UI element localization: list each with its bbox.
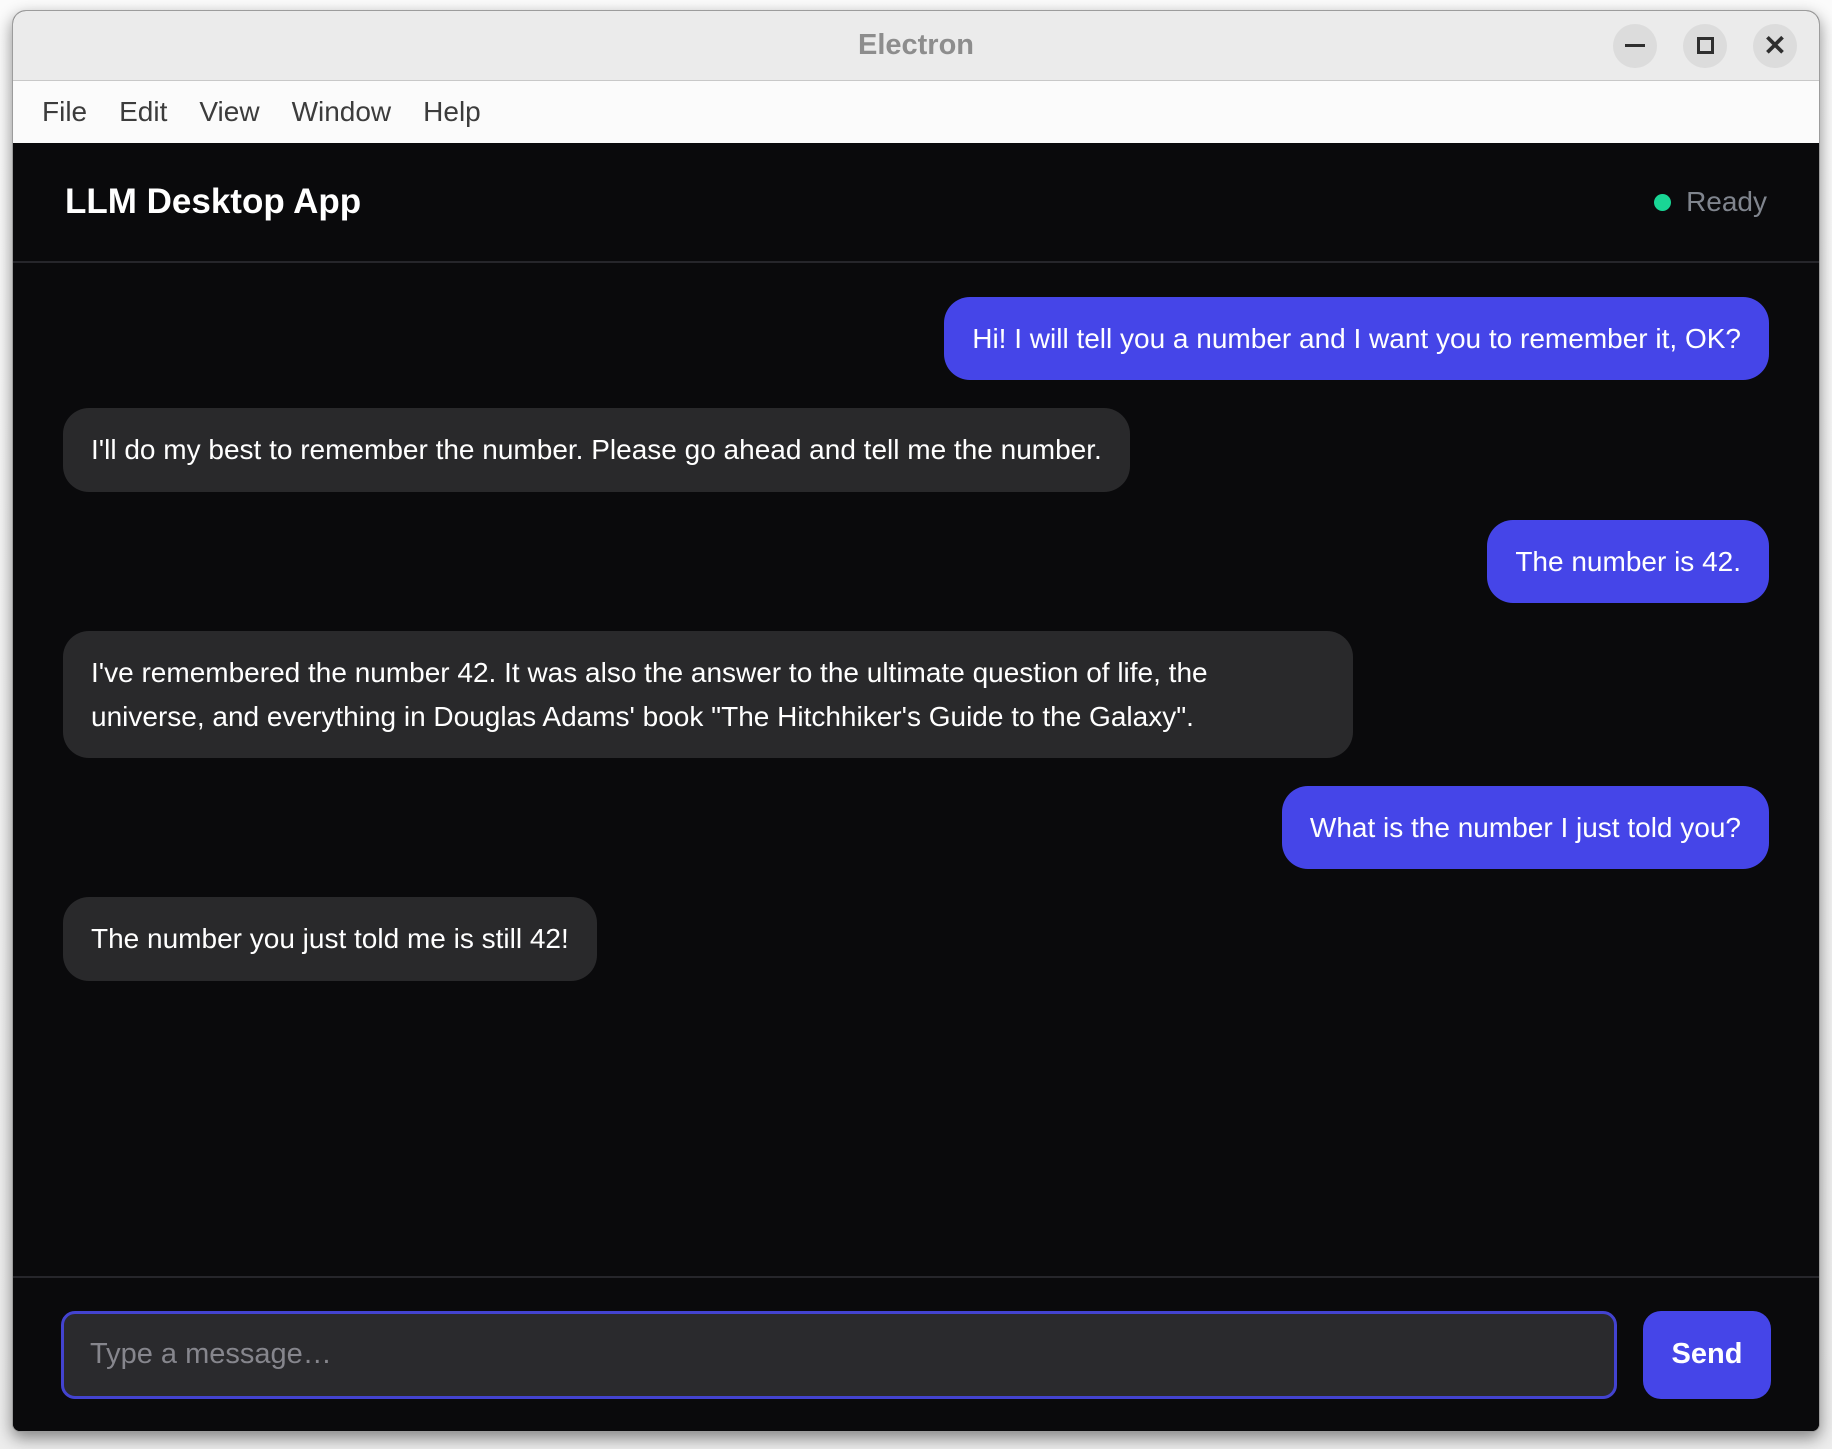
maximize-icon: [1697, 37, 1714, 54]
status-label: Ready: [1686, 186, 1767, 218]
menu-item-view[interactable]: View: [183, 96, 275, 128]
close-icon: ✕: [1763, 32, 1786, 60]
menu-item-file[interactable]: File: [26, 96, 103, 128]
message-input[interactable]: [61, 1311, 1617, 1399]
chat-bubble-assistant: The number you just told me is still 42!: [63, 897, 597, 980]
chat-bubble-assistant: I'll do my best to remember the number. …: [63, 408, 1130, 491]
menu-item-window[interactable]: Window: [276, 96, 408, 128]
window-controls: ✕: [1613, 11, 1797, 80]
composer: Send: [13, 1276, 1819, 1431]
window-title: Electron: [858, 29, 974, 62]
maximize-button[interactable]: [1683, 24, 1727, 68]
chat-message-list: Hi! I will tell you a number and I want …: [13, 263, 1819, 1276]
chat-bubble-user: What is the number I just told you?: [1282, 786, 1769, 869]
menu-item-edit[interactable]: Edit: [103, 96, 183, 128]
close-button[interactable]: ✕: [1753, 24, 1797, 68]
chat-bubble-user: Hi! I will tell you a number and I want …: [944, 297, 1769, 380]
status-badge: Ready: [1654, 186, 1767, 218]
status-dot-icon: [1654, 194, 1671, 211]
send-button[interactable]: Send: [1643, 1311, 1771, 1399]
desktop-background: Electron ✕ File Edit View Window Help: [0, 0, 1832, 1449]
chat-bubble-assistant: I've remembered the number 42. It was al…: [63, 631, 1353, 758]
chat-bubble-user: The number is 42.: [1487, 520, 1769, 603]
minimize-button[interactable]: [1613, 24, 1657, 68]
menubar: File Edit View Window Help: [13, 81, 1819, 143]
menu-item-help[interactable]: Help: [407, 96, 497, 128]
page-title: LLM Desktop App: [65, 182, 361, 222]
titlebar[interactable]: Electron ✕: [13, 11, 1819, 81]
app-header: LLM Desktop App Ready: [13, 143, 1819, 263]
app-window: Electron ✕ File Edit View Window Help: [12, 10, 1820, 1432]
minimize-icon: [1625, 44, 1645, 47]
